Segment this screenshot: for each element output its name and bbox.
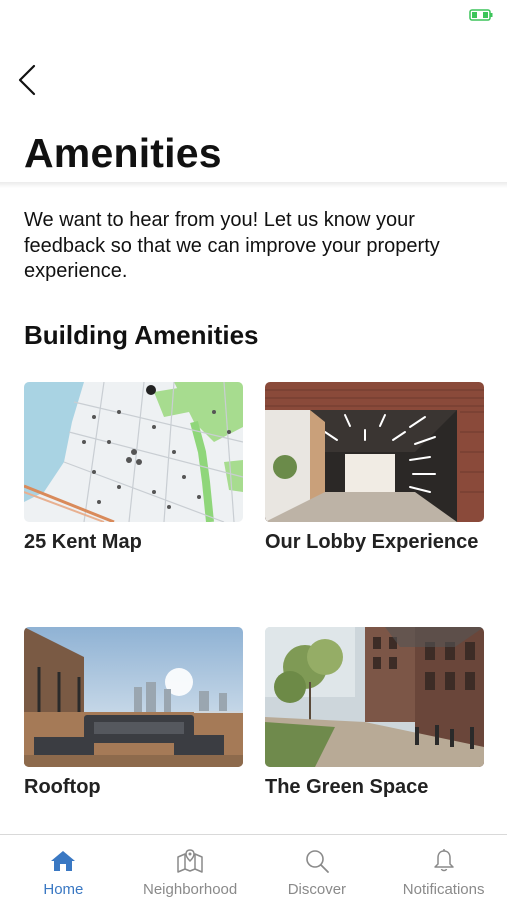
rooftop-photo bbox=[24, 627, 243, 767]
header-divider bbox=[0, 182, 507, 188]
battery-charging-icon bbox=[469, 8, 493, 21]
amenity-card-green-space[interactable]: The Green Space bbox=[265, 627, 484, 799]
tab-discover[interactable]: Discover bbox=[254, 835, 381, 900]
section-title: Building Amenities bbox=[24, 320, 259, 350]
amenity-card-rooftop[interactable]: Rooftop bbox=[24, 627, 243, 799]
card-label: Rooftop bbox=[24, 776, 101, 798]
bell-icon bbox=[430, 847, 458, 875]
tab-label: Neighborhood bbox=[143, 881, 238, 898]
bottom-tab-bar: Home Neighborhood Discover Notifications bbox=[0, 834, 507, 900]
tab-label: Home bbox=[43, 881, 84, 898]
green-space-photo bbox=[265, 627, 484, 767]
tab-label: Discover bbox=[287, 881, 347, 898]
back-button[interactable] bbox=[14, 62, 44, 98]
tab-label: Notifications bbox=[402, 881, 485, 898]
neighborhood-map-image bbox=[24, 382, 243, 522]
card-label: Our Lobby Experience bbox=[265, 531, 479, 553]
tab-home[interactable]: Home bbox=[0, 835, 127, 900]
intro-text: We want to hear from you! Let us know yo… bbox=[24, 209, 440, 282]
map-icon bbox=[176, 847, 204, 875]
page-title: Amenities bbox=[24, 130, 222, 176]
home-icon bbox=[49, 847, 77, 875]
card-label: The Green Space bbox=[265, 776, 429, 798]
status-bar bbox=[0, 0, 507, 32]
amenity-card-kent-map[interactable]: 25 Kent Map bbox=[24, 382, 243, 554]
tab-neighborhood[interactable]: Neighborhood bbox=[127, 835, 254, 900]
search-icon bbox=[303, 847, 331, 875]
lobby-photo bbox=[265, 382, 484, 522]
tab-notifications[interactable]: Notifications bbox=[380, 835, 507, 900]
card-label: 25 Kent Map bbox=[24, 531, 142, 553]
amenity-card-lobby[interactable]: Our Lobby Experience bbox=[265, 382, 484, 554]
chevron-left-icon bbox=[14, 62, 44, 98]
